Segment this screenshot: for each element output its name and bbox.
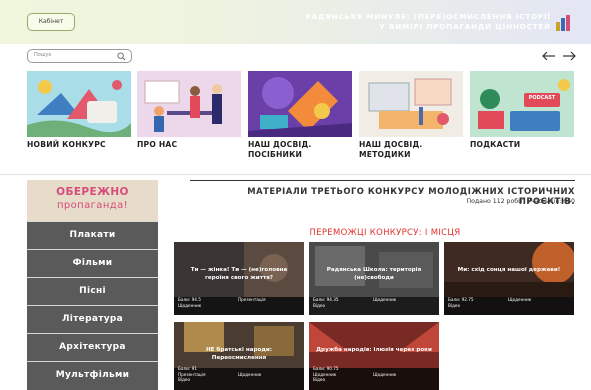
work-meta: Бали: 90.75 Щоденник Щоденник Відео [313,366,435,388]
title-rule [190,180,575,181]
work-meta: Бали: 94.35 Щоденник Відео [313,297,435,313]
work-type: Презентація [238,297,266,302]
card-label[interactable]: Про нас [137,140,241,150]
card-label[interactable]: Новий конкурс [27,140,131,150]
card-image[interactable] [359,71,463,137]
cabinet-button[interactable]: Кабінет [27,13,75,31]
card-image[interactable] [27,71,131,137]
site-title-line2: у вимірі пропаганди цінностей [379,22,551,31]
sidebar-head[interactable]: ОБЕРЕЖНО пропаганда! [27,180,158,221]
search-input[interactable]: Пошук [27,49,132,63]
card-label[interactable]: Наш досвід. Посібники [248,140,352,160]
site-logo-icon[interactable] [555,14,571,32]
work-extra: Відео [178,377,191,382]
card-our-experience-methods[interactable]: Наш досвід. Методики [359,71,463,160]
work-type: Щоденник [508,297,532,302]
work-tile[interactable]: Ми: схід сонця нашої держави! Бали: 92.7… [444,242,574,315]
search-icon[interactable] [117,52,126,61]
card-about-us[interactable]: Про нас [137,71,241,150]
work-caption[interactable]: Дружба народів: ілюзія через роки [313,346,435,354]
card-image[interactable] [248,71,352,137]
card-image[interactable]: PODCAST [470,71,574,137]
work-tile[interactable]: Дружба народів: ілюзія через роки Бали: … [309,322,439,390]
sidebar-item-architecture[interactable]: Архітектура [27,333,158,361]
work-extra: Відео [313,377,326,382]
work-genre: Щоденник [373,371,397,377]
card-podcasts[interactable]: PODCAST Подкасти [470,71,574,150]
arrow-left-icon[interactable] [542,50,556,62]
work-tile[interactable]: Ти — жінка! Ти — (не)головна героїня сво… [174,242,304,315]
work-caption[interactable]: Ти — жінка! Ти — (не)головна героїня сво… [178,266,300,282]
work-genre: Щоденник [238,371,262,377]
work-type: Щоденник [373,297,397,302]
card-image[interactable] [137,71,241,137]
sidebar-head-subtitle: пропаганда! [56,200,129,211]
work-genre: Відео [313,303,326,308]
work-score: Бали: 94.35 [313,297,339,302]
sidebar-item-cartoons[interactable]: Мультфільми [27,361,158,389]
card-our-experience-manuals[interactable]: Наш досвід. Посібники [248,71,352,160]
work-genre: Щоденник [178,303,202,308]
work-tile[interactable]: Радянська Школа: територія (не)свободи Б… [309,242,439,315]
work-genre: Відео [448,303,461,308]
work-score: Бали: 94.5 [178,297,201,302]
work-caption[interactable]: НЕ братські народи: Переосмислення [178,346,300,362]
card-label[interactable]: Подкасти [470,140,574,150]
card-new-contest[interactable]: Новий конкурс [27,71,131,150]
work-caption[interactable]: Ми: схід сонця нашої держави! [448,266,570,274]
work-meta: Бали: 92.75 Щоденник Відео [448,297,570,313]
header-bar: Кабінет Радянське минуле: (пере)осмислен… [0,0,591,44]
site-title[interactable]: Радянське минуле: (пере)осмислення істор… [291,12,551,32]
sidebar-menu: ОБЕРЕЖНО пропаганда! Плакати Фільми Пісн… [27,180,158,390]
sidebar-item-posters[interactable]: Плакати [27,221,158,249]
divider [0,174,591,175]
site-title-line1: Радянське минуле: (пере)осмислення істор… [305,12,551,21]
winners-title: Переможці конкурсу: I місця [309,228,461,238]
work-meta: Бали: 94.5 Презентація Щоденник [178,297,300,313]
sidebar-item-songs[interactable]: Пісні [27,277,158,305]
search-placeholder: Пошук [34,52,52,58]
work-score: Бали: 92.75 [448,297,474,302]
work-meta: Бали: 91 Презентація Щоденник Відео [178,366,300,388]
sidebar-item-films[interactable]: Фільми [27,249,158,277]
materials-stats: Подано 112 робіт. Учасників: 660 [466,198,575,205]
podcast-badge: PODCAST [528,95,556,101]
sidebar-item-literature[interactable]: Література [27,305,158,333]
card-label[interactable]: Наш досвід. Методики [359,140,463,160]
work-caption[interactable]: Радянська Школа: територія (не)свободи [313,266,435,282]
sidebar-head-title: ОБЕРЕЖНО [56,186,129,198]
work-tile[interactable]: НЕ братські народи: Переосмислення Бали:… [174,322,304,390]
arrow-right-icon[interactable] [562,50,576,62]
